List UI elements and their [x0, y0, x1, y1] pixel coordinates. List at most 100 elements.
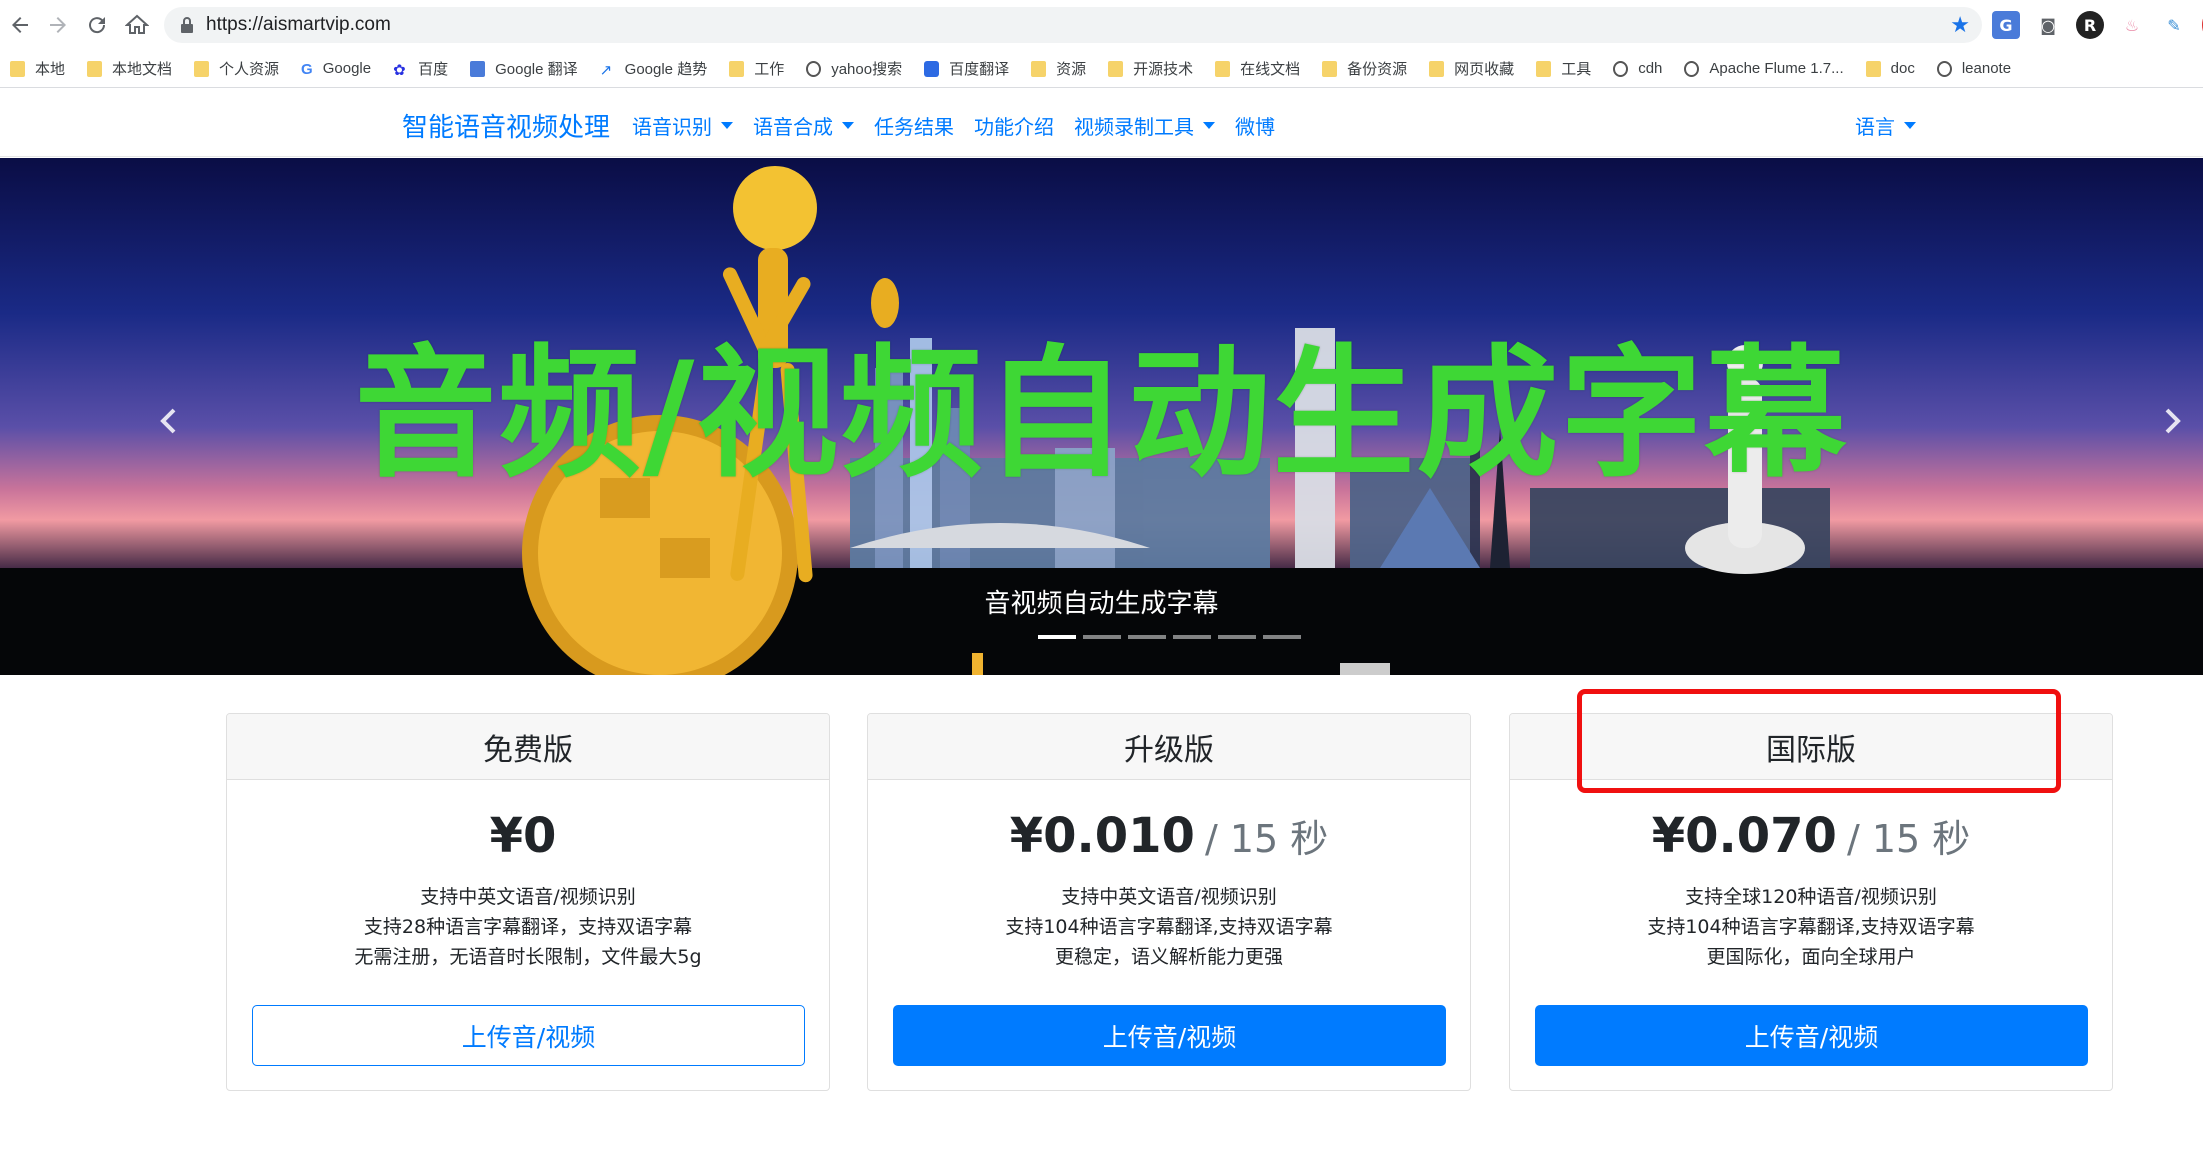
bookmark-label: Google 趋势: [624, 61, 708, 78]
bookmark-item[interactable]: 百度翻译: [924, 55, 1018, 83]
bookmark-label: 本地: [35, 61, 66, 78]
bookmark-item[interactable]: cdh: [1613, 55, 1671, 83]
camera-extension-icon[interactable]: ◙: [2034, 11, 2062, 39]
plan-title: 免费版: [227, 714, 829, 780]
bookmark-item[interactable]: ✿ 百度: [393, 55, 457, 83]
carousel-prev-button[interactable]: [148, 391, 188, 451]
folder-icon: [1865, 60, 1881, 77]
plan-features: 支持全球120种语音/视频识别 支持104种语言字幕翻译,支持双语字幕 更国际化…: [1510, 882, 2112, 972]
bookmark-item[interactable]: 开源技术: [1108, 55, 1202, 83]
google-icon: G: [301, 60, 313, 78]
bookmark-label: yahoo搜索: [831, 61, 903, 78]
nav-item-label: 任务结果: [874, 115, 954, 139]
carousel-indicator[interactable]: [1173, 635, 1211, 639]
bookmark-label: leanote: [1961, 60, 2012, 77]
bookmark-item[interactable]: yahoo搜索: [806, 55, 911, 83]
carousel-indicator[interactable]: [1083, 635, 1121, 639]
price-unit: / 15 秒: [1204, 817, 1329, 861]
plan-price: ¥0.010 / 15 秒: [868, 808, 1470, 864]
bookmark-label: Apache Flume 1.7...: [1709, 60, 1844, 77]
bookmark-item[interactable]: 备份资源: [1322, 55, 1416, 83]
upload-button-upgrade[interactable]: 上传音/视频: [893, 1005, 1446, 1066]
bookmark-item[interactable]: 工作: [729, 55, 793, 83]
carousel-indicator[interactable]: [1038, 635, 1076, 639]
plan-card-free: 免费版 ¥0 支持中英文语音/视频识别 支持28种语言字幕翻译，支持双语字幕 无…: [226, 713, 830, 1091]
feather-extension-icon[interactable]: ✎: [2160, 11, 2188, 39]
bookmark-item[interactable]: Apache Flume 1.7...: [1684, 55, 1852, 83]
bookmark-item[interactable]: 本地: [10, 55, 74, 83]
browser-toolbar: https://aismartvip.com ★ G ◙ R ♨ ✎: [0, 0, 2203, 50]
nav-item[interactable]: 语音识别: [632, 111, 733, 140]
bookmark-label: 开源技术: [1133, 61, 1194, 78]
bookmark-item[interactable]: ↗ Google 趋势: [600, 55, 717, 83]
chevron-down-icon: [721, 122, 733, 129]
folder-icon: [1031, 60, 1047, 77]
r-extension-icon[interactable]: R: [2076, 11, 2104, 39]
bookmarks-bar: 本地 本地文档 个人资源 G Google ✿ 百度 Google 翻译 ↗ Google 趋势 工…: [0, 50, 2203, 88]
feature-line: 支持中英文语音/视频识别: [1061, 886, 1277, 908]
plan-title: 升级版: [868, 714, 1470, 780]
language-label: 语言: [1855, 115, 1895, 139]
reload-button[interactable]: [77, 5, 117, 45]
globe-icon: [1684, 60, 1700, 77]
nav-item[interactable]: 语音合成: [753, 111, 854, 140]
folder-icon: [1429, 60, 1445, 77]
translate-icon: [470, 60, 486, 77]
plan-features: 支持中英文语音/视频识别 支持28种语言字幕翻译，支持双语字幕 无需注册，无语音…: [227, 882, 829, 972]
nav-item-label: 语音合成: [753, 115, 833, 139]
bookmark-label: Google: [322, 60, 372, 77]
folder-icon: [10, 60, 25, 77]
nav-item[interactable]: 微博: [1235, 111, 1275, 140]
address-bar[interactable]: https://aismartvip.com ★: [164, 7, 1982, 43]
back-arrow-icon: [12, 17, 28, 33]
carousel-indicator[interactable]: [1128, 635, 1166, 639]
bookmark-item[interactable]: G Google: [301, 55, 380, 83]
plan-price: ¥0.070 / 15 秒: [1510, 808, 2112, 864]
nav-item-label: 微博: [1235, 115, 1275, 139]
bookmark-item[interactable]: 资源: [1031, 55, 1095, 83]
bookmark-item[interactable]: 工具: [1536, 55, 1600, 83]
plan-features: 支持中英文语音/视频识别 支持104种语言字幕翻译,支持双语字幕 更稳定，语义解…: [868, 882, 1470, 972]
bookmark-label: 本地文档: [112, 61, 173, 78]
price-amount: ¥0.070: [1651, 808, 1837, 864]
bookmark-item[interactable]: 本地文档: [87, 55, 181, 83]
bookmark-item[interactable]: leanote: [1936, 55, 2020, 83]
bookmark-item[interactable]: 网页收藏: [1429, 55, 1523, 83]
red-highlight-box: [1577, 689, 2061, 793]
banner-carousel: 音频/视频自动生成字幕 音视频自动生成字幕: [0, 158, 2203, 675]
bookmark-item[interactable]: 个人资源: [194, 55, 288, 83]
pink-extension-icon[interactable]: ♨: [2118, 11, 2146, 39]
feature-line: 支持104种语言字幕翻译,支持双语字幕: [1647, 916, 1975, 938]
language-dropdown[interactable]: 语言: [1855, 111, 1916, 140]
nav-item[interactable]: 功能介绍: [974, 111, 1054, 140]
carousel-indicator[interactable]: [1218, 635, 1256, 639]
upload-button-free[interactable]: 上传音/视频: [252, 1005, 805, 1066]
chevron-down-icon: [1203, 122, 1215, 129]
back-button[interactable]: [0, 5, 40, 45]
forward-arrow-icon: [50, 17, 66, 33]
plan-price: ¥0: [227, 808, 829, 864]
chevron-down-icon: [1904, 122, 1916, 129]
feature-line: 无需注册，无语音时长限制，文件最大5g: [354, 946, 702, 968]
carousel-indicator[interactable]: [1263, 635, 1301, 639]
nav-item[interactable]: 视频录制工具: [1074, 111, 1215, 140]
carousel-caption: 音视频自动生成字幕: [984, 589, 1219, 619]
bookmark-item[interactable]: doc: [1865, 55, 1924, 83]
reload-icon: [89, 17, 106, 34]
nav-item[interactable]: 任务结果: [874, 111, 954, 140]
bookmark-label: 工具: [1561, 61, 1592, 78]
forward-button[interactable]: [38, 5, 78, 45]
nav-item-label: 功能介绍: [974, 115, 1054, 139]
globe-icon: [806, 60, 822, 77]
bookmark-label: 百度: [418, 61, 449, 78]
extension-tray: G ◙ R ♨ ✎: [1992, 11, 2203, 39]
upload-button-international[interactable]: 上传音/视频: [1535, 1005, 2088, 1066]
bookmark-star-icon[interactable]: ★: [1950, 13, 1970, 38]
bookmark-label: cdh: [1638, 60, 1663, 77]
bookmark-item[interactable]: 在线文档: [1215, 55, 1309, 83]
site-brand[interactable]: 智能语音视频处理: [402, 107, 610, 144]
bookmark-item[interactable]: Google 翻译: [470, 55, 587, 83]
home-button[interactable]: [117, 5, 157, 45]
translate-extension-icon[interactable]: G: [1992, 11, 2020, 39]
carousel-next-button[interactable]: [2153, 391, 2193, 451]
